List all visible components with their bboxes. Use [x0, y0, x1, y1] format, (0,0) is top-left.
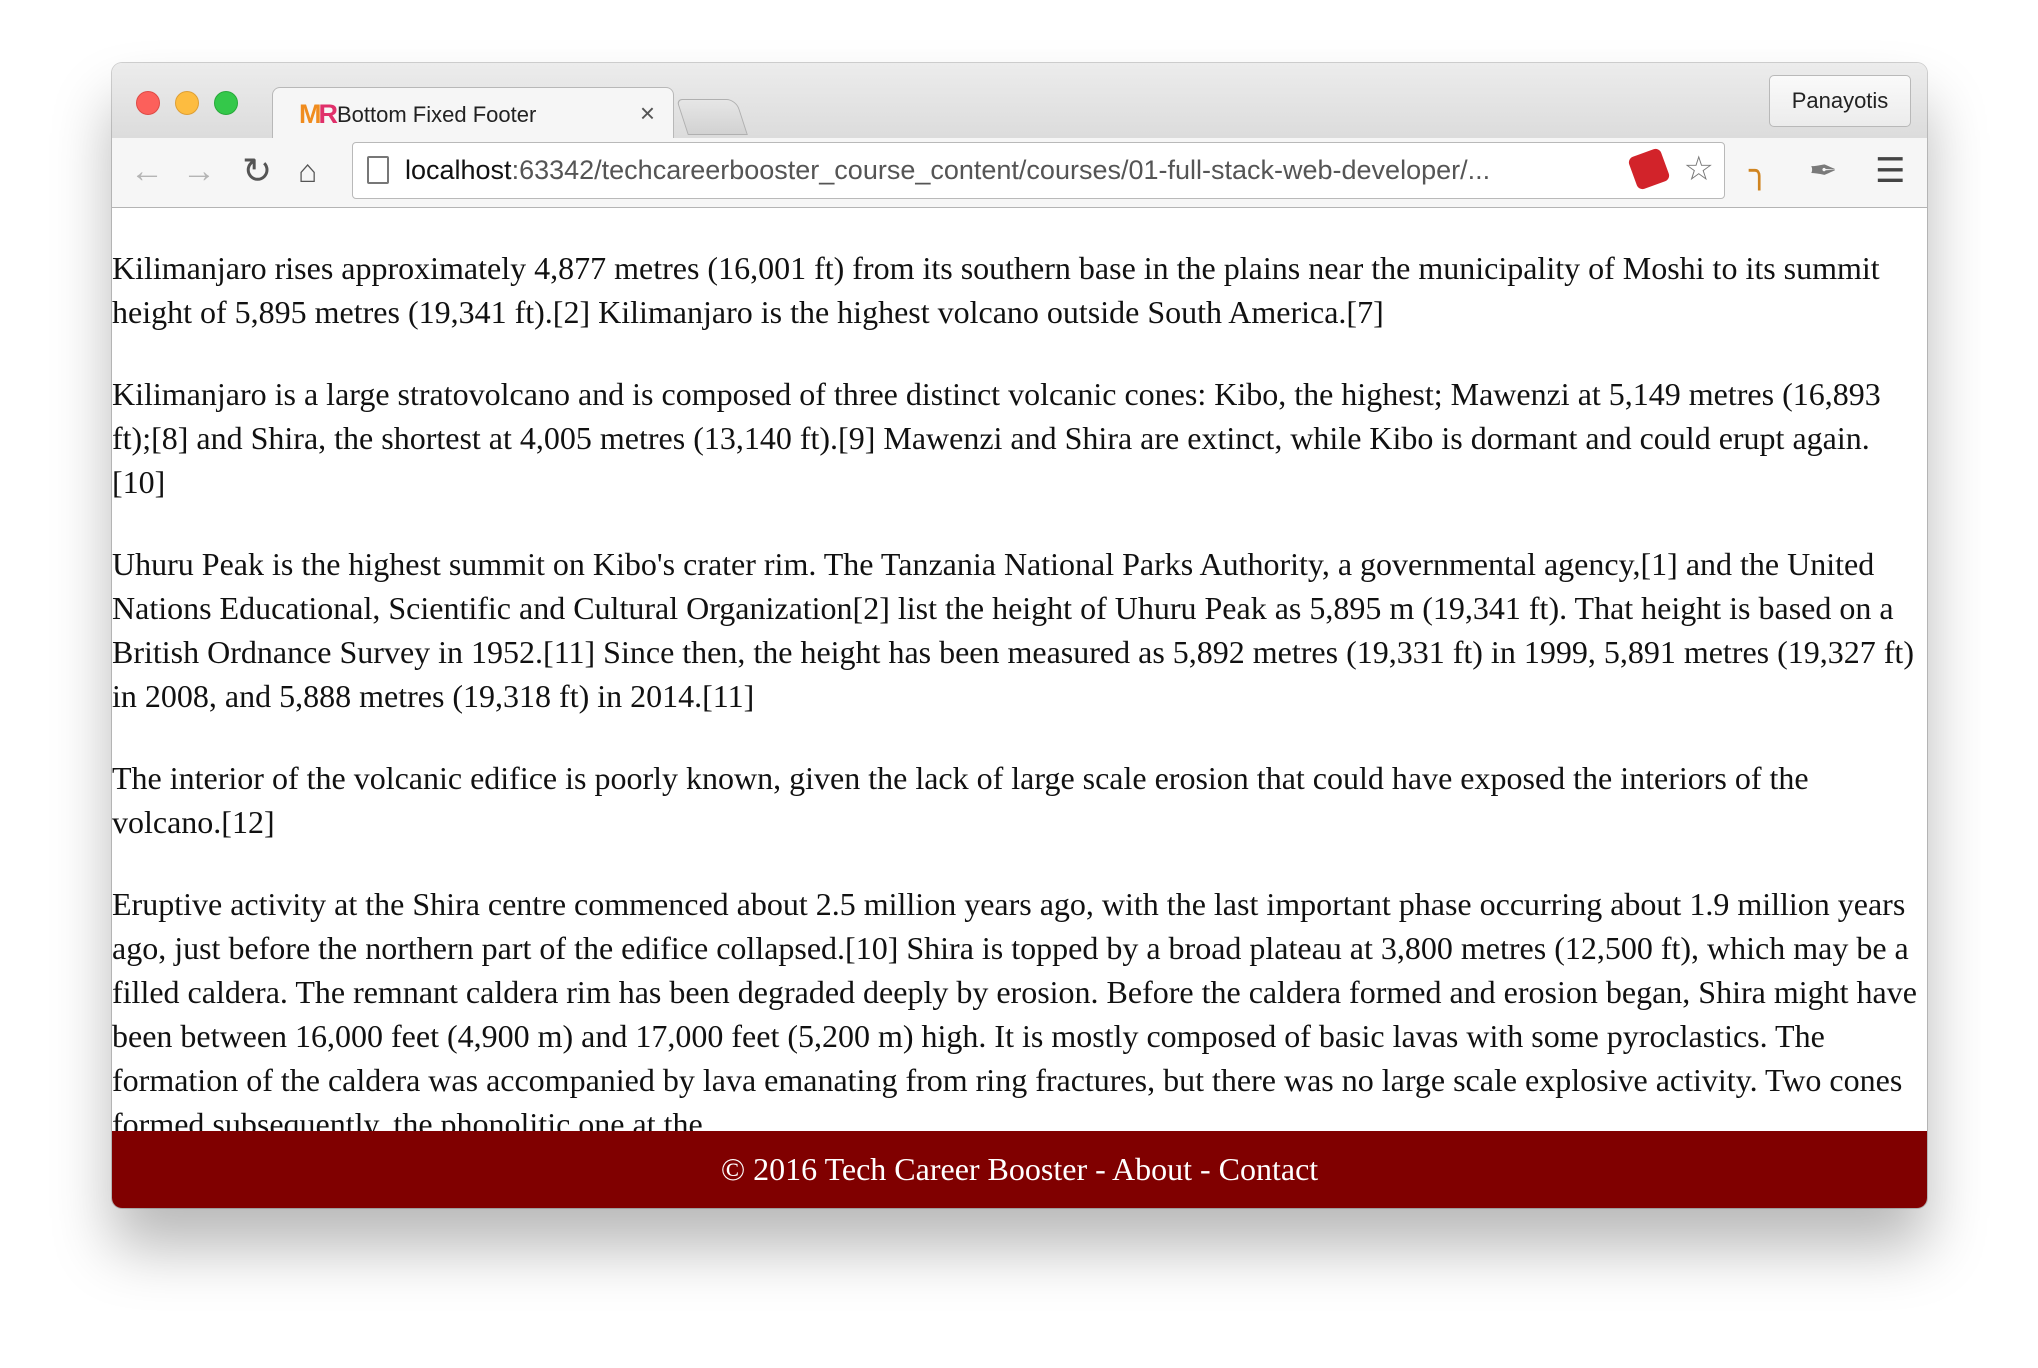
- url-text[interactable]: localhost:63342/techcareerbooster_course…: [405, 155, 1635, 186]
- footer-contact-link[interactable]: Contact: [1219, 1151, 1319, 1187]
- tab-close-icon[interactable]: ×: [640, 98, 655, 128]
- rulers-extension-icon[interactable]: ╮: [1749, 151, 1769, 191]
- article-paragraph: Kilimanjaro rises approximately 4,877 me…: [112, 250, 1880, 330]
- footer-about-link[interactable]: About: [1112, 1151, 1192, 1187]
- webstorm-favicon-icon: MR: [299, 99, 335, 129]
- footer-separator: -: [1191, 1151, 1219, 1187]
- reload-icon[interactable]: ↻: [242, 151, 272, 191]
- title-bar: MR Bottom Fixed Footer × Panayotis: [112, 63, 1927, 140]
- new-tab-button[interactable]: [676, 99, 748, 135]
- browser-window: MR Bottom Fixed Footer × Panayotis ← → ↻…: [112, 63, 1927, 1208]
- article-paragraph: Eruptive activity at the Shira centre co…: [112, 886, 1917, 1142]
- profile-button[interactable]: Panayotis: [1769, 75, 1911, 127]
- article-paragraph: The interior of the volcanic edifice is …: [112, 760, 1809, 840]
- article: Kilimanjaro rises approximately 4,877 me…: [112, 208, 1922, 1146]
- page-icon: [367, 156, 389, 184]
- arrow-left-icon[interactable]: ←: [130, 151, 164, 191]
- page-content: Kilimanjaro rises approximately 4,877 me…: [112, 208, 1927, 1208]
- close-window-button[interactable]: [136, 91, 160, 115]
- eyedropper-extension-icon[interactable]: ✒: [1809, 151, 1838, 191]
- zoom-window-button[interactable]: [214, 91, 238, 115]
- minimize-window-button[interactable]: [175, 91, 199, 115]
- footer-copyright: © 2016 Tech Career Booster: [720, 1151, 1088, 1187]
- article-paragraph: Kilimanjaro is a large stratovolcano and…: [112, 376, 1881, 500]
- browser-tab-active[interactable]: MR Bottom Fixed Footer ×: [272, 87, 674, 140]
- home-icon[interactable]: ⌂: [298, 151, 317, 191]
- tab-title: Bottom Fixed Footer: [337, 102, 537, 127]
- fixed-footer: © 2016 Tech Career Booster - About - Con…: [112, 1131, 1927, 1208]
- star-icon[interactable]: ☆: [1684, 149, 1714, 189]
- article-paragraph: Uhuru Peak is the highest summit on Kibo…: [112, 546, 1914, 714]
- hamburger-menu-icon[interactable]: ☰: [1875, 151, 1905, 191]
- footer-separator: -: [1087, 1151, 1112, 1187]
- arrow-right-icon[interactable]: →: [182, 151, 216, 191]
- address-bar[interactable]: localhost:63342/techcareerbooster_course…: [352, 142, 1725, 199]
